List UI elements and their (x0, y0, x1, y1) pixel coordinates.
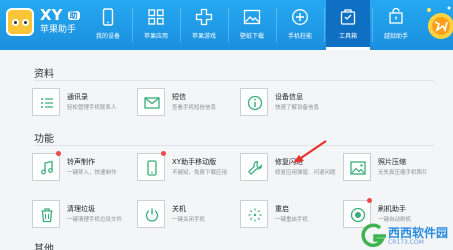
card-xy-mobile[interactable]: XY助手移动版 不越狱，免费下载应用 (137, 151, 229, 187)
app-logo (6, 8, 34, 36)
card-title: 清理垃圾 (67, 205, 95, 213)
card-description: 一键清理手机垃圾文件 (67, 217, 123, 223)
annotation-arrow (293, 140, 327, 163)
mobile-app-icon (147, 160, 157, 176)
restart-icon (248, 208, 262, 222)
nav-divider (228, 8, 229, 42)
card-icon-box (240, 88, 268, 116)
section-title-data: 资料 (34, 69, 54, 80)
phone-icon (102, 8, 114, 26)
card-sms[interactable]: 短信 查看手机短信信息 (137, 88, 229, 122)
promo-corner-graphic[interactable] (423, 0, 453, 50)
card-icon-box (137, 88, 165, 116)
watermark-logo-icon (361, 223, 386, 248)
card-icon-box (343, 153, 371, 181)
apps-grid-icon (148, 9, 164, 25)
nav-divider (372, 8, 373, 42)
toolbox-window: XY 助 苹果助手 我的设备 苹果应用 苹果游戏 壁纸下载 手机柱能 工具箱 越… (0, 0, 453, 250)
card-icon-box (240, 153, 268, 181)
power-icon (145, 208, 159, 222)
jailbreak-icon (389, 7, 403, 24)
section-title-other: 其他 (34, 244, 54, 250)
nav-label: 我的设备 (95, 33, 120, 40)
watermark-subtext: CR173.COM (388, 239, 424, 246)
card-description: 一键重启手机 (275, 217, 309, 223)
card-description: 一键导入，快速制作 (67, 170, 117, 176)
music-note-icon (41, 160, 53, 175)
nav-divider (180, 8, 181, 42)
card-description: 一键关闭手机 (172, 217, 206, 223)
card-icon-box (137, 153, 165, 181)
card-title: 刷机助手 (378, 205, 406, 213)
card-title: 照片压缩 (378, 158, 406, 166)
app-name-tag: 助 (67, 10, 80, 20)
brand: XY 助 苹果助手 (40, 7, 80, 36)
card-description: 无失真压缩手机照片 (378, 170, 428, 176)
card-title: 重启 (275, 205, 289, 213)
nav-my-device[interactable]: 我的设备 (86, 0, 130, 50)
flash-icon (350, 207, 366, 223)
photo-compress-icon (350, 161, 366, 175)
card-icon-box (32, 153, 60, 181)
card-description: 快速了解设备信息 (275, 105, 320, 111)
card-restart[interactable]: 重启 一键重启手机 (240, 200, 332, 234)
nav-toolbox[interactable]: 工具箱 (326, 0, 370, 50)
site-watermark: 西西软件园 CR173.COM (360, 222, 453, 250)
gamepad-icon (195, 8, 213, 26)
card-icon-box (32, 88, 60, 116)
logo-eye-right (22, 19, 29, 26)
card-device-info[interactable]: 设备信息 快速了解设备信息 (240, 88, 332, 122)
section-title-features: 功能 (34, 134, 54, 145)
section-divider (34, 145, 434, 146)
picture-icon (243, 9, 261, 25)
card-photo-compress[interactable]: 照片压缩 无失真压缩手机照片 (343, 153, 435, 187)
card-title: 短信 (172, 93, 186, 101)
card-title: XY助手移动版 (172, 158, 217, 166)
nav-wallpaper[interactable]: 壁纸下载 (230, 0, 274, 50)
nav-jailbreak[interactable]: 越狱助手 (374, 0, 418, 50)
card-description: 轻松管理手机联系人 (67, 105, 117, 111)
new-badge-dot (161, 151, 166, 156)
card-contacts[interactable]: 通讯录 轻松管理手机联系人 (32, 88, 124, 122)
card-clean-junk[interactable]: 清理垃圾 一键清理手机垃圾文件 (32, 200, 124, 234)
app-subtitle: 苹果助手 (40, 24, 77, 35)
new-badge-dot (367, 198, 372, 203)
nav-label: 手机柱能 (287, 33, 312, 40)
nav-label: 苹果游戏 (191, 33, 216, 40)
card-icon-box (137, 200, 165, 228)
nav-label: 工具箱 (338, 33, 357, 40)
new-badge-dot (56, 151, 61, 156)
nav-label: 苹果应用 (143, 33, 168, 40)
card-title: 通讯录 (67, 93, 88, 101)
device-info-icon (247, 95, 263, 111)
wrench-icon (247, 160, 263, 176)
plus-circle-icon (292, 9, 308, 25)
card-description: 查看手机短信信息 (172, 105, 217, 111)
card-title: 设备信息 (275, 93, 303, 101)
card-title: 关机 (172, 205, 186, 213)
logo-eye-left (12, 19, 19, 26)
toolbox-icon (340, 9, 356, 25)
card-description: 修复应用弹窗、闪退问题 (275, 170, 336, 176)
trash-icon (41, 208, 53, 223)
nav-phone-feature[interactable]: 手机柱能 (278, 0, 322, 50)
sms-envelope-icon (144, 97, 160, 109)
nav-apple-games[interactable]: 苹果游戏 (182, 0, 226, 50)
nav-apple-apps[interactable]: 苹果应用 (134, 0, 178, 50)
card-ringtone[interactable]: 铃声制作 一键导入，快速制作 (32, 151, 124, 187)
nav-label: 壁纸下载 (239, 33, 264, 40)
app-name: XY 助 (40, 6, 80, 24)
top-navigation-bar: XY 助 苹果助手 我的设备 苹果应用 苹果游戏 壁纸下载 手机柱能 工具箱 越… (0, 0, 453, 50)
card-description: 不越狱，免费下载应用 (172, 170, 228, 176)
nav-divider (324, 8, 325, 42)
nav-divider (276, 8, 277, 42)
card-title: 铃声制作 (67, 158, 95, 166)
contacts-list-icon (41, 98, 53, 108)
section-divider (34, 80, 434, 81)
nav-label: 越狱助手 (383, 33, 408, 40)
nav-divider (132, 8, 133, 42)
card-icon-box (240, 200, 268, 228)
card-icon-box (32, 200, 60, 228)
card-shutdown[interactable]: 关机 一键关闭手机 (137, 200, 229, 234)
